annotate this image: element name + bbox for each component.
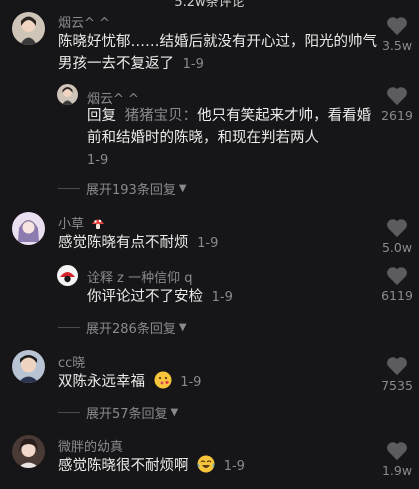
timestamp: 1-9 xyxy=(182,57,204,72)
comment-count-title: 5.2w条评论 xyxy=(174,0,245,10)
comment-text: 陈晓好忧郁……结婚后就没有开心过，阳光的帅气男孩一去不复返了 1-9 xyxy=(58,31,380,76)
reply-username[interactable]: 诠释 z 一种信仰 q xyxy=(87,267,192,286)
kiss-heart-emoji-icon xyxy=(154,371,172,389)
reply-text: 回复 猪猪宝贝：他只有笑起来才帅，看看婚前和结婚时的陈晓，和现在判若两人 1-9 xyxy=(87,105,377,172)
reply-like-button[interactable]: 6119 xyxy=(377,266,417,303)
like-button[interactable]: 7535 xyxy=(377,356,417,393)
crying-laughing-emoji-icon xyxy=(197,455,215,473)
avatar-image-icon xyxy=(57,84,78,105)
avatar-image-icon xyxy=(12,350,45,383)
expand-replies-button[interactable]: 展开57条回复 ▼ xyxy=(58,403,178,422)
divider xyxy=(58,188,80,189)
like-button[interactable]: 1.9w xyxy=(377,441,417,478)
avatar-image-icon xyxy=(57,265,78,286)
comment-text: 感觉陈晓很不耐烦啊 1-9 xyxy=(58,455,378,478)
reply-body: 你评论过不了安检 xyxy=(87,289,203,305)
comment-body: 双陈永远幸福 xyxy=(58,374,145,390)
avatar-image-icon xyxy=(12,435,45,468)
username-text: 小草 xyxy=(58,217,85,232)
heart-icon xyxy=(387,87,407,106)
username[interactable]: 微胖的幼真 xyxy=(58,436,123,455)
avatar[interactable] xyxy=(12,12,45,45)
expand-replies-button[interactable]: 展开193条回复 ▼ xyxy=(58,179,187,198)
username[interactable]: 小草 xyxy=(58,213,105,232)
username[interactable]: cc晓 xyxy=(58,352,85,371)
reply-avatar[interactable] xyxy=(57,265,78,286)
like-count: 2619 xyxy=(381,108,413,123)
avatar[interactable] xyxy=(12,212,45,245)
chevron-down-icon: ▼ xyxy=(178,322,187,333)
reply-text: 你评论过不了安检 1-9 xyxy=(87,286,377,309)
heart-icon xyxy=(387,442,407,461)
reply-prefix: 回复 xyxy=(87,108,116,124)
avatar[interactable] xyxy=(12,435,45,468)
like-count: 7535 xyxy=(381,378,413,393)
expand-replies-button[interactable]: 展开286条回复 ▼ xyxy=(58,318,187,337)
reply-avatar[interactable] xyxy=(57,84,78,105)
reply-like-button[interactable]: 2619 xyxy=(377,86,417,123)
mushroom-icon xyxy=(92,219,105,229)
comment-body: 陈晓好忧郁……结婚后就没有开心过，阳光的帅气男孩一去不复返了 xyxy=(58,34,377,72)
expand-replies-label: 展开286条回复 xyxy=(86,322,176,337)
comment-body: 感觉陈晓有点不耐烦 xyxy=(58,235,189,251)
chevron-down-icon: ▼ xyxy=(178,183,187,194)
timestamp: 1-9 xyxy=(211,290,233,305)
avatar-image-icon xyxy=(12,212,45,245)
timestamp: 1-9 xyxy=(180,375,202,390)
like-count: 5.0w xyxy=(381,240,413,255)
heart-icon xyxy=(387,357,407,376)
heart-icon xyxy=(387,267,407,286)
heart-icon xyxy=(387,17,407,36)
comment-text: 双陈永远幸福 1-9 xyxy=(58,371,378,394)
chevron-down-icon: ▼ xyxy=(170,407,179,418)
expand-replies-label: 展开57条回复 xyxy=(86,407,168,422)
divider xyxy=(58,327,80,328)
comment-body: 感觉陈晓很不耐烦啊 xyxy=(58,458,189,474)
username[interactable]: 烟云^ ^ xyxy=(58,12,110,31)
comments-panel: 5.2w条评论 烟云^ ^ 陈晓好忧郁……结婚后就没有开心过，阳光的帅气男孩一去… xyxy=(0,0,419,489)
timestamp: 1-9 xyxy=(87,153,109,168)
avatar-image-icon xyxy=(12,12,45,45)
expand-replies-label: 展开193条回复 xyxy=(86,183,176,198)
like-button[interactable]: 3.5w xyxy=(377,16,417,53)
heart-icon xyxy=(387,219,407,238)
reply-to-user[interactable]: 猪猪宝贝： xyxy=(125,108,198,124)
like-count: 1.9w xyxy=(381,463,413,478)
like-count: 3.5w xyxy=(381,38,413,53)
timestamp: 1-9 xyxy=(197,236,219,251)
avatar[interactable] xyxy=(12,350,45,383)
like-count: 6119 xyxy=(381,288,413,303)
like-button[interactable]: 5.0w xyxy=(377,218,417,255)
divider xyxy=(58,412,80,413)
timestamp: 1-9 xyxy=(223,459,245,474)
comment-text: 感觉陈晓有点不耐烦 1-9 xyxy=(58,232,378,255)
